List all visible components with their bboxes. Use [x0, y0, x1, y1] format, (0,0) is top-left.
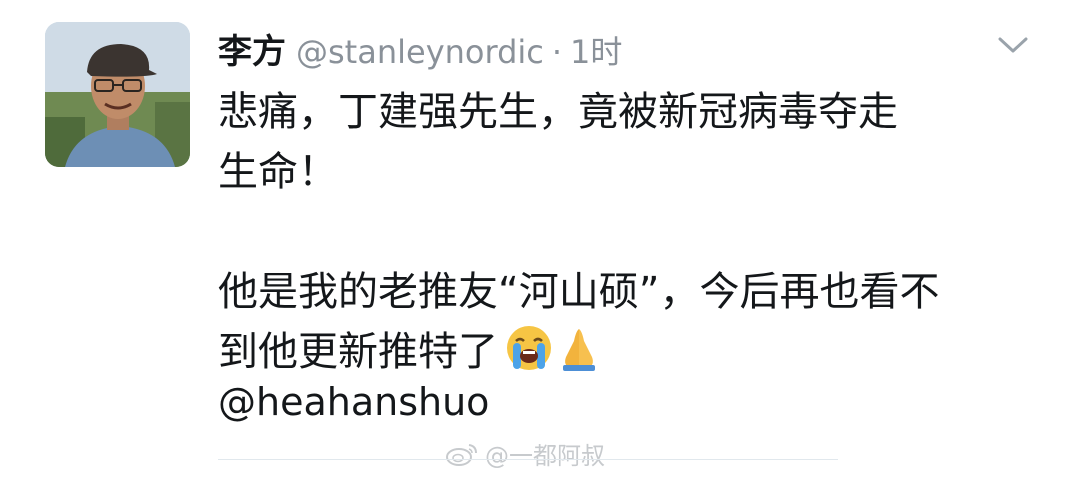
tweet-header: 李方 @stanleynordic · 1时 — [218, 24, 622, 73]
tweet-text-line: 生命！ — [218, 149, 338, 195]
separator-dot: · — [551, 33, 563, 71]
author-name[interactable]: 李方 — [218, 24, 286, 73]
chevron-down-icon[interactable] — [996, 34, 1030, 56]
watermark-text: @一都阿叔 — [485, 442, 605, 470]
tweet-timestamp[interactable]: 1时 — [570, 27, 622, 73]
weibo-logo-icon — [446, 443, 477, 466]
tweet-text: 悲痛，丁建强先生，竟被新冠病毒夺走 生命！ 他是我的老推友“河山硕”，今后再也看… — [218, 82, 1038, 382]
tweet-text-line: 悲痛，丁建强先生，竟被新冠病毒夺走 — [218, 89, 898, 135]
tweet-card[interactable]: 李方 @stanleynordic · 1时 悲痛，丁建强先生，竟被新冠病毒夺走… — [0, 0, 1070, 499]
watermark: @一都阿叔 — [445, 436, 605, 471]
tweet-text-line: 到他更新推特了 — [218, 329, 498, 375]
tweet-text-line-with-emoji: 到他更新推特了 — [218, 322, 1038, 382]
divider — [218, 459, 838, 460]
avatar-photo — [45, 22, 190, 167]
loudly-crying-face-icon — [507, 326, 551, 370]
emoji-group — [504, 323, 604, 373]
folded-hands-icon — [563, 329, 595, 371]
tweet-text-line: 他是我的老推友“河山硕”，今后再也看不 — [218, 269, 940, 315]
author-handle[interactable]: @stanleynordic — [296, 33, 544, 71]
avatar[interactable] — [45, 22, 190, 167]
mention-link[interactable]: @heahanshuo — [218, 380, 489, 424]
